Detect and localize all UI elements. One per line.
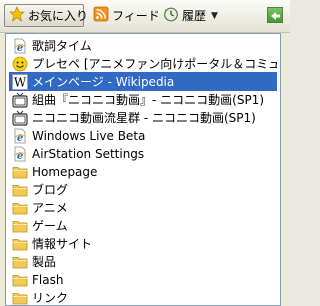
favorites-list[interactable]: e 歌詞タイムプレセペ [アニメファン向けポータル＆コミュニティサ… W メインページ…: [5, 33, 281, 306]
favorite-item-label: AirStation Settings: [32, 146, 145, 161]
feeds-tab-button[interactable]: フィード: [90, 4, 160, 27]
favorite-item[interactable]: 情報サイト: [9, 234, 277, 253]
favorite-item[interactable]: ブログ: [9, 180, 277, 199]
favorites-center-pane: お気に入り フィード 履歴 ▼ e 歌詞タイムプレセペ [アニメファン向けポータル…: [0, 0, 290, 306]
ie-page-icon: e: [12, 128, 28, 144]
favorite-item[interactable]: ニコニコ動画流星群 - ニコニコ動画(SP1): [9, 108, 277, 127]
favorite-item-label: リンク: [32, 291, 69, 305]
favorite-item-label: メインページ - Wikipedia: [32, 75, 175, 89]
rss-feed-icon: [93, 6, 109, 25]
folder-icon: [12, 290, 28, 306]
favorite-item[interactable]: W メインページ - Wikipedia: [9, 72, 277, 91]
favorites-tab-button[interactable]: お気に入り: [4, 4, 88, 27]
favorite-item-label: 情報サイト: [32, 237, 93, 251]
folder-icon: [12, 182, 28, 198]
smiley-icon: [12, 56, 28, 72]
tv-icon: [12, 92, 28, 108]
wikipedia-icon: W: [12, 73, 28, 90]
favorite-item[interactable]: 製品: [9, 252, 277, 271]
favorites-tab-label: お気に入り: [28, 9, 89, 23]
ie-page-icon: e: [12, 146, 28, 162]
favorite-item-label: Windows Live Beta: [32, 128, 146, 143]
history-tab-button[interactable]: 履歴 ▼: [160, 4, 232, 27]
ie-page-icon: e: [12, 38, 28, 54]
favorites-toolbar: お気に入り フィード 履歴 ▼: [0, 0, 290, 33]
history-dropdown-icon[interactable]: ▼: [211, 11, 218, 21]
favorite-item[interactable]: Homepage: [9, 162, 277, 181]
pin-favorites-center-button[interactable]: [267, 7, 283, 23]
history-tab-label: 履歴: [182, 9, 207, 23]
folder-icon: [12, 272, 28, 288]
favorite-item-label: 歌詞タイム: [32, 39, 92, 53]
favorite-item[interactable]: e 歌詞タイム: [9, 36, 277, 55]
folder-icon: [12, 254, 28, 270]
pin-arrow-icon: [271, 12, 280, 20]
folder-icon: [12, 200, 28, 216]
favorite-item-label: 製品: [32, 255, 57, 269]
favorite-item[interactable]: リンク: [9, 288, 277, 306]
svg-text:W: W: [14, 75, 27, 89]
favorite-item[interactable]: プレセペ [アニメファン向けポータル＆コミュニティサ…: [9, 54, 277, 73]
favorite-item[interactable]: ゲーム: [9, 216, 277, 235]
favorite-item-label: プレセペ [アニメファン向けポータル＆コミュニティサ…: [32, 57, 277, 71]
tv-icon: [12, 110, 28, 126]
history-clock-icon: [163, 6, 179, 25]
star-icon: [8, 5, 26, 25]
folder-icon: [12, 236, 28, 252]
favorite-item[interactable]: e AirStation Settings: [9, 144, 277, 163]
favorite-item-label: アニメ: [32, 201, 68, 215]
favorite-item-label: ニコニコ動画流星群 - ニコニコ動画(SP1): [32, 111, 256, 125]
folder-icon: [12, 218, 28, 234]
favorite-item[interactable]: アニメ: [9, 198, 277, 217]
favorite-item[interactable]: 組曲『ニコニコ動画』- ニコニコ動画(SP1): [9, 90, 277, 109]
folder-icon: [12, 164, 28, 180]
favorite-item-label: Flash: [32, 272, 64, 287]
favorite-item-label: ゲーム: [32, 219, 68, 233]
favorite-item-label: ブログ: [32, 183, 69, 197]
favorite-item[interactable]: e Windows Live Beta: [9, 126, 277, 145]
favorite-item-label: Homepage: [32, 164, 98, 179]
favorite-item-label: 組曲『ニコニコ動画』- ニコニコ動画(SP1): [32, 93, 264, 107]
feeds-tab-label: フィード: [112, 9, 160, 23]
favorite-item[interactable]: Flash: [9, 270, 277, 289]
